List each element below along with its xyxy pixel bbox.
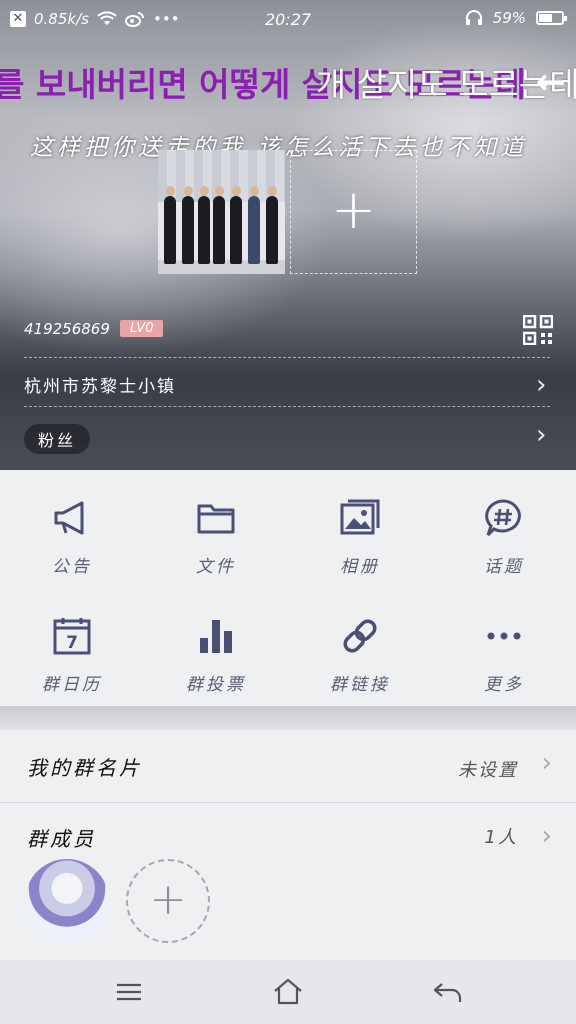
members-title: 群成员 <box>27 827 96 851</box>
my-group-card-row[interactable]: 我的群名片 未设置 › <box>0 730 576 802</box>
divider <box>24 357 550 358</box>
megaphone-icon <box>54 501 84 535</box>
group-id: 419256869 <box>24 320 110 338</box>
group-photo[interactable] <box>158 150 285 274</box>
chevron-right-icon: › <box>541 821 552 851</box>
headphones-icon <box>465 10 482 25</box>
feature-link[interactable]: 群链接 <box>288 616 432 695</box>
battery-percent: 59% <box>492 9 526 27</box>
folder-icon <box>197 504 235 534</box>
system-nav-bar <box>0 960 576 1024</box>
link-icon <box>343 619 377 653</box>
group-header: ✕ 0.85k/s ••• 20:27 59% 를 보내버리면 어떻게 살지도 … <box>0 0 576 470</box>
location-chevron-icon: › <box>536 370 547 400</box>
svg-text:7: 7 <box>66 633 78 653</box>
status-bar: ✕ 0.85k/s ••• 20:27 59% <box>0 0 576 40</box>
feature-grid: 公告 文件 相册 话题 7 群日历 群投票 群链接 更多 <box>0 470 576 706</box>
album-icon <box>340 499 380 535</box>
fans-chevron-icon: › <box>536 420 547 450</box>
section-gap <box>0 706 576 730</box>
add-photo-button[interactable]: + <box>290 150 417 274</box>
members-count: 1人 <box>484 827 518 848</box>
chevron-right-icon: › <box>541 748 552 778</box>
avatar[interactable] <box>25 859 109 943</box>
feature-topic[interactable]: 话题 <box>432 498 576 577</box>
feature-announcement[interactable]: 公告 <box>0 498 144 577</box>
more-icon <box>487 632 521 640</box>
qr-code-icon[interactable] <box>523 315 553 345</box>
topic-icon <box>485 499 521 537</box>
vote-icon <box>200 620 232 653</box>
back-arrow-icon[interactable]: ← <box>536 62 566 103</box>
add-member-button[interactable]: + <box>126 859 210 943</box>
back-icon[interactable] <box>430 976 466 1008</box>
divider <box>24 406 550 407</box>
battery-icon <box>536 11 567 25</box>
my-card-title: 我的群名片 <box>27 756 142 780</box>
fans-tag[interactable]: 粉丝 <box>24 424 91 454</box>
feature-album[interactable]: 相册 <box>288 498 432 577</box>
group-location[interactable]: 杭州市苏黎士小镇 <box>24 372 176 397</box>
level-badge: LV0 <box>120 320 164 337</box>
calendar-icon: 7 <box>53 618 91 655</box>
home-icon[interactable] <box>270 976 306 1008</box>
menu-icon[interactable] <box>111 976 147 1008</box>
feature-more[interactable]: 更多 <box>432 616 576 695</box>
feature-calendar[interactable]: 7 群日历 <box>0 616 144 695</box>
feature-vote[interactable]: 群投票 <box>144 616 288 695</box>
my-card-value: 未设置 <box>458 760 518 781</box>
ticker-text: 를 보내버리면 어떻게 살지도 모르는데개 살지도 모르는데 <box>0 65 576 104</box>
feature-files[interactable]: 文件 <box>144 498 288 577</box>
